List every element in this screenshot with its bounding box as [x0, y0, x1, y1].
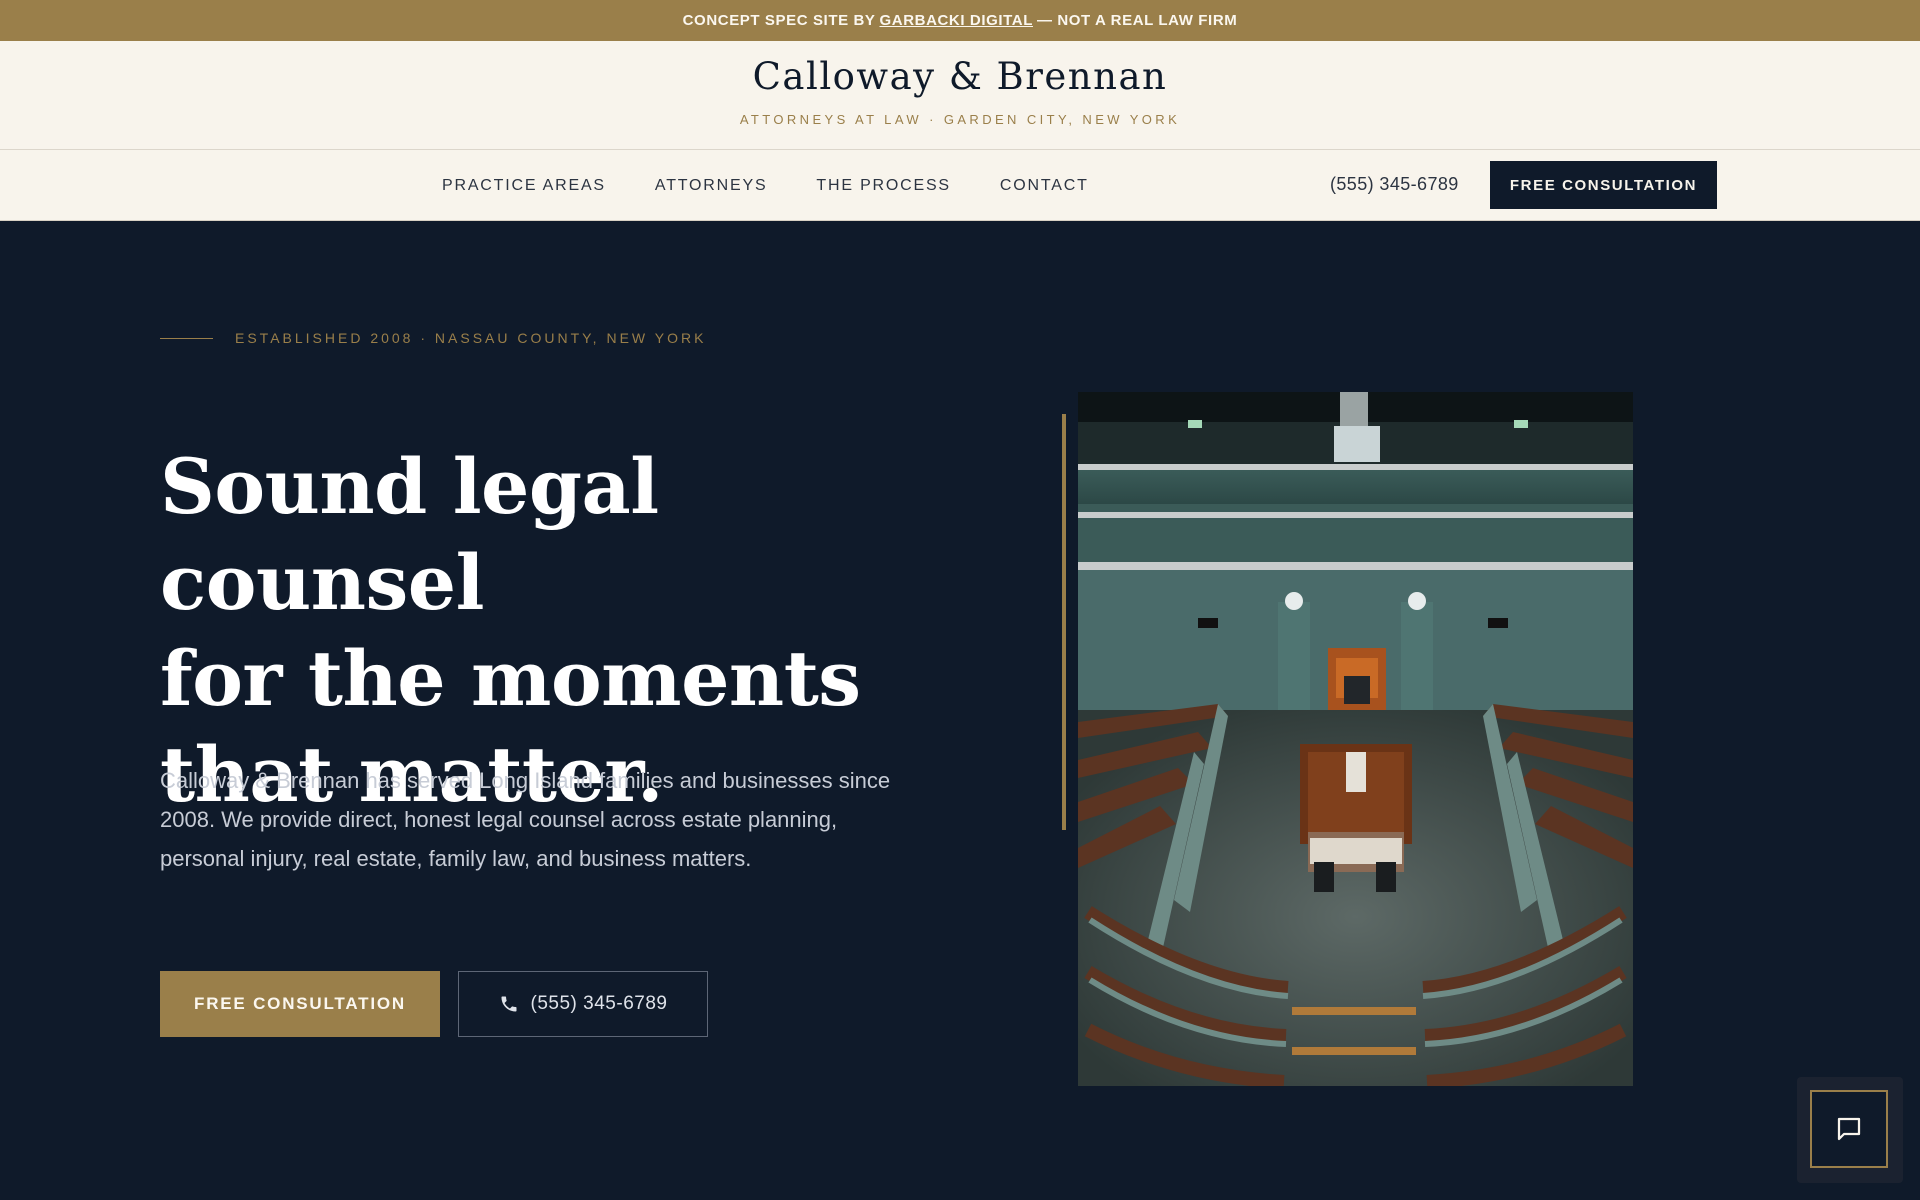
- banner-suffix: — NOT A REAL LAW FIRM: [1036, 12, 1238, 29]
- headline-line-2: for the moments: [160, 634, 861, 723]
- nav-link-practice-areas[interactable]: PRACTICE AREAS: [442, 177, 606, 195]
- brand-logo[interactable]: Calloway & Brennan: [0, 55, 1920, 98]
- headline-line-1: Sound legal counsel: [160, 442, 659, 627]
- brand-tagline: ATTORNEYS AT LAW · GARDEN CITY, NEW YORK: [739, 112, 1181, 127]
- chat-widget: [1797, 1077, 1903, 1183]
- hero-section: ESTABLISHED 2008 · NASSAU COUNTY, NEW YO…: [0, 221, 1920, 1200]
- nav-links: PRACTICE AREAS ATTORNEYS THE PROCESS CON…: [442, 150, 1138, 221]
- nav-phone-link[interactable]: (555) 345-6789: [1330, 174, 1459, 195]
- eyebrow-rule: [160, 337, 213, 339]
- eyebrow-text: ESTABLISHED 2008 · NASSAU COUNTY, NEW YO…: [235, 330, 707, 346]
- main-nav: PRACTICE AREAS ATTORNEYS THE PROCESS CON…: [0, 150, 1920, 221]
- banner-prefix: CONCEPT SPEC SITE BY: [682, 12, 876, 29]
- phone-icon: [501, 996, 517, 1012]
- nav-link-attorneys[interactable]: ATTORNEYS: [655, 177, 768, 195]
- spec-site-banner: CONCEPT SPEC SITE BY GARBACKI DIGITAL — …: [0, 0, 1920, 41]
- nav-consultation-button[interactable]: FREE CONSULTATION: [1490, 161, 1717, 209]
- nav-link-contact[interactable]: CONTACT: [1000, 177, 1089, 195]
- hero-phone-button[interactable]: (555) 345-6789: [458, 971, 708, 1037]
- site-header: Calloway & Brennan ATTORNEYS AT LAW · GA…: [0, 41, 1920, 150]
- banner-link[interactable]: GARBACKI DIGITAL: [880, 12, 1033, 29]
- chat-open-button[interactable]: [1810, 1090, 1888, 1168]
- hero-description: Calloway & Brennan has served Long Islan…: [160, 768, 891, 871]
- photo-accent-bar: [1062, 414, 1066, 830]
- hero-phone-label: (555) 345-6789: [530, 993, 668, 1014]
- chamber-photo: [1078, 392, 1633, 1086]
- hero-consultation-button[interactable]: FREE CONSULTATION: [160, 971, 440, 1037]
- chat-bubble-icon: [1837, 1117, 1861, 1141]
- hero-eyebrow: ESTABLISHED 2008 · NASSAU COUNTY, NEW YO…: [160, 330, 706, 346]
- nav-link-the-process[interactable]: THE PROCESS: [816, 177, 951, 195]
